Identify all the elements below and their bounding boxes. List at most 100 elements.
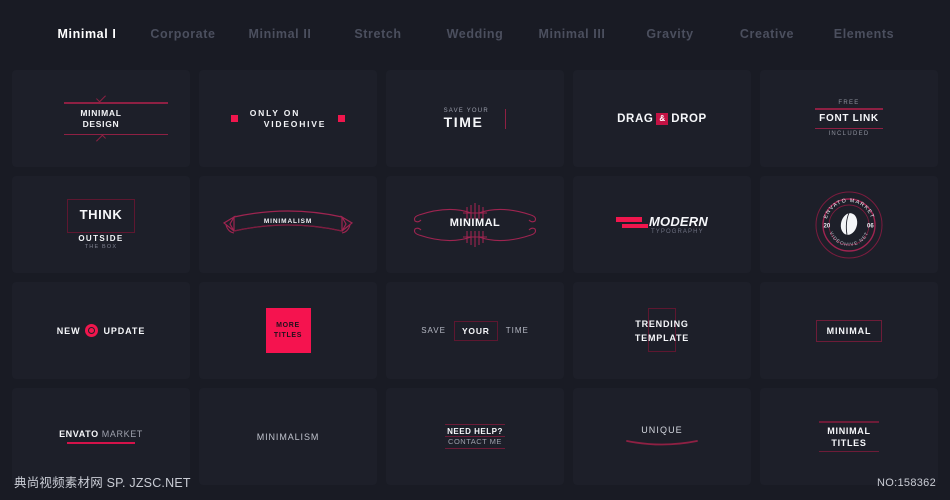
minimal-design-art: MINIMAL DESIGN bbox=[64, 92, 169, 145]
nav-item-stretch[interactable]: Stretch bbox=[331, 27, 425, 41]
nav-item-minimal-i[interactable]: Minimal I bbox=[40, 27, 134, 41]
divider-line-bottom bbox=[445, 448, 505, 449]
divider-line-top bbox=[445, 424, 505, 425]
more-titles-art: MORE TITLES bbox=[265, 308, 311, 353]
nav-item-elements[interactable]: Elements bbox=[817, 27, 911, 41]
font-link-bottom: INCLUDED bbox=[828, 130, 870, 137]
font-link-art: FREE FONT LINK INCLUDED bbox=[815, 100, 883, 137]
envato-bold: ENVATO bbox=[59, 428, 99, 439]
template-category-nav: Minimal I Corporate Minimal II Stretch W… bbox=[0, 0, 950, 68]
app-root: Minimal I Corporate Minimal II Stretch W… bbox=[0, 0, 950, 500]
template-card-save-your-time-boxed[interactable]: SAVE YOUR TIME bbox=[386, 282, 564, 379]
template-card-minimalism-plain[interactable]: MINIMALISM bbox=[199, 388, 377, 485]
nav-item-minimal-ii[interactable]: Minimal II bbox=[233, 27, 327, 41]
template-card-need-help[interactable]: NEED HELP? CONTACT ME bbox=[386, 388, 564, 485]
save-your-time-boxed-art: SAVE YOUR TIME bbox=[421, 320, 529, 341]
template-card-unique[interactable]: UNIQUE bbox=[573, 388, 751, 485]
save-label: SAVE bbox=[421, 326, 446, 335]
update-label: UPDATE bbox=[103, 325, 146, 336]
time-label: TIME bbox=[505, 326, 529, 335]
typography-sub: TYPOGRAPHY bbox=[651, 228, 704, 235]
new-update-art: NEW UPDATE bbox=[57, 324, 145, 337]
ribbon-banner-shape: MINIMALISM bbox=[220, 205, 356, 245]
trending-template-art: TRENDING TEMPLATE bbox=[634, 307, 690, 352]
template-card-minimal-design[interactable]: MINIMAL DESIGN bbox=[12, 70, 190, 167]
minimal-outline-box: MINIMAL bbox=[815, 319, 883, 342]
modern-typo-art: MODERN TYPOGRAPHY bbox=[616, 215, 708, 235]
trending-line1: TRENDING bbox=[635, 318, 689, 329]
nav-item-minimal-iii[interactable]: Minimal III bbox=[525, 27, 619, 41]
item-id-label: NO:158362 bbox=[877, 477, 936, 489]
pink-square-block: MORE TITLES bbox=[265, 308, 311, 353]
nav-item-corporate[interactable]: Corporate bbox=[136, 27, 230, 41]
envato-market-text: ENVATO MARKET bbox=[59, 429, 143, 439]
template-card-minimal-boxed[interactable]: MINIMAL bbox=[760, 282, 938, 379]
site-watermark: 典尚视频素材网 SP. JZSC.NET bbox=[14, 476, 191, 490]
outside-label: OUTSIDE bbox=[78, 234, 124, 243]
chevron-up-icon bbox=[96, 92, 106, 103]
template-card-more-titles[interactable]: MORE TITLES bbox=[199, 282, 377, 379]
template-card-envato-badge[interactable]: ENVATO MARKET VIDEOHIVE.NET 20 06 bbox=[760, 176, 938, 273]
circular-badge-shape: ENVATO MARKET VIDEOHIVE.NET 20 06 bbox=[815, 191, 883, 259]
market-light: MARKET bbox=[98, 428, 143, 439]
unique-art: UNIQUE bbox=[625, 425, 699, 449]
minimal-design-line2: DESIGN bbox=[82, 118, 120, 129]
minimalism-plain-label: MINIMALISM bbox=[256, 431, 320, 442]
minimal-design-line1: MINIMAL bbox=[80, 108, 122, 118]
minimal-ornate-label: MINIMAL bbox=[449, 216, 501, 229]
minimal-boxed-label: MINIMAL bbox=[826, 325, 872, 336]
divider-line-bottom bbox=[815, 127, 883, 130]
minimal-design-lines: MINIMAL DESIGN bbox=[64, 92, 169, 145]
nav-item-creative[interactable]: Creative bbox=[720, 27, 814, 41]
divider-line-bottom bbox=[819, 450, 879, 452]
save-your-time-line1: SAVE YOUR bbox=[443, 107, 489, 114]
only-on-art: ONLY ON VIDEOHIVE bbox=[230, 108, 346, 130]
drag-drop-right: DROP bbox=[671, 112, 707, 125]
minimal-titles-art: MINIMAL TITLES bbox=[819, 421, 879, 452]
template-card-minimal-titles[interactable]: MINIMAL TITLES bbox=[760, 388, 938, 485]
new-label: NEW bbox=[56, 325, 81, 336]
minimal-titles-text: MINIMAL TITLES bbox=[827, 423, 870, 451]
trending-holder: TRENDING TEMPLATE bbox=[634, 307, 690, 352]
template-card-envato-market[interactable]: ENVATO MARKET bbox=[12, 388, 190, 485]
minimal-ornate-art: MINIMAL bbox=[409, 199, 541, 251]
pink-underline-bar bbox=[66, 441, 135, 445]
drag-drop-art: DRAG & DROP bbox=[617, 112, 707, 125]
template-card-trending-template[interactable]: TRENDING TEMPLATE bbox=[573, 282, 751, 379]
minimal-boxed-art: MINIMAL bbox=[815, 319, 883, 342]
minimalism-ribbon-art: MINIMALISM bbox=[220, 205, 356, 245]
the-box-label: THE BOX bbox=[84, 244, 118, 250]
template-preview-grid: MINIMAL DESIGN ONLY ON VIDEOHIVE SAVE YO… bbox=[12, 70, 938, 485]
template-card-save-your-time[interactable]: SAVE YOUR TIME bbox=[386, 70, 564, 167]
ribbon-svg bbox=[222, 209, 354, 234]
square-accent-left-icon bbox=[230, 115, 238, 122]
minimalism-plain-art: MINIMALISM bbox=[257, 432, 320, 442]
think-box-art: THINK OUTSIDE THE BOX bbox=[66, 199, 136, 250]
your-boxed-label: YOUR bbox=[453, 320, 498, 341]
minimalism-ribbon-label: MINIMALISM bbox=[263, 217, 313, 225]
vertical-tick-icon bbox=[504, 108, 507, 129]
modern-title: MODERN bbox=[649, 213, 708, 229]
template-card-drag-and-drop[interactable]: DRAG & DROP bbox=[573, 70, 751, 167]
drag-drop-left: DRAG bbox=[617, 112, 654, 125]
bar-block-1 bbox=[616, 216, 642, 222]
template-card-minimalism-ribbon[interactable]: MINIMALISM bbox=[199, 176, 377, 273]
trending-line2: TEMPLATE bbox=[634, 332, 690, 343]
square-accent-right-icon bbox=[338, 115, 346, 122]
nav-item-wedding[interactable]: Wedding bbox=[428, 27, 522, 41]
save-your-time-art: SAVE YOUR TIME bbox=[444, 108, 507, 130]
template-card-font-link[interactable]: FREE FONT LINK INCLUDED bbox=[760, 70, 938, 167]
svg-text:06: 06 bbox=[867, 223, 874, 229]
save-your-time-text: SAVE YOUR TIME bbox=[444, 108, 489, 130]
template-card-modern-typography[interactable]: MODERN TYPOGRAPHY bbox=[573, 176, 751, 273]
template-card-new-update[interactable]: NEW UPDATE bbox=[12, 282, 190, 379]
envato-market-art: ENVATO MARKET bbox=[59, 429, 143, 445]
template-card-minimal-ornate[interactable]: MINIMAL bbox=[386, 176, 564, 273]
nav-item-gravity[interactable]: Gravity bbox=[623, 27, 717, 41]
need-help-line1: NEED HELP? bbox=[447, 427, 503, 436]
bar-block-2 bbox=[622, 223, 648, 228]
need-help-art: NEED HELP? CONTACT ME bbox=[445, 424, 505, 449]
only-on-text: ONLY ON VIDEOHIVE bbox=[250, 108, 327, 130]
template-card-think-outside-the-box[interactable]: THINK OUTSIDE THE BOX bbox=[12, 176, 190, 273]
template-card-only-on-videohive[interactable]: ONLY ON VIDEOHIVE bbox=[199, 70, 377, 167]
